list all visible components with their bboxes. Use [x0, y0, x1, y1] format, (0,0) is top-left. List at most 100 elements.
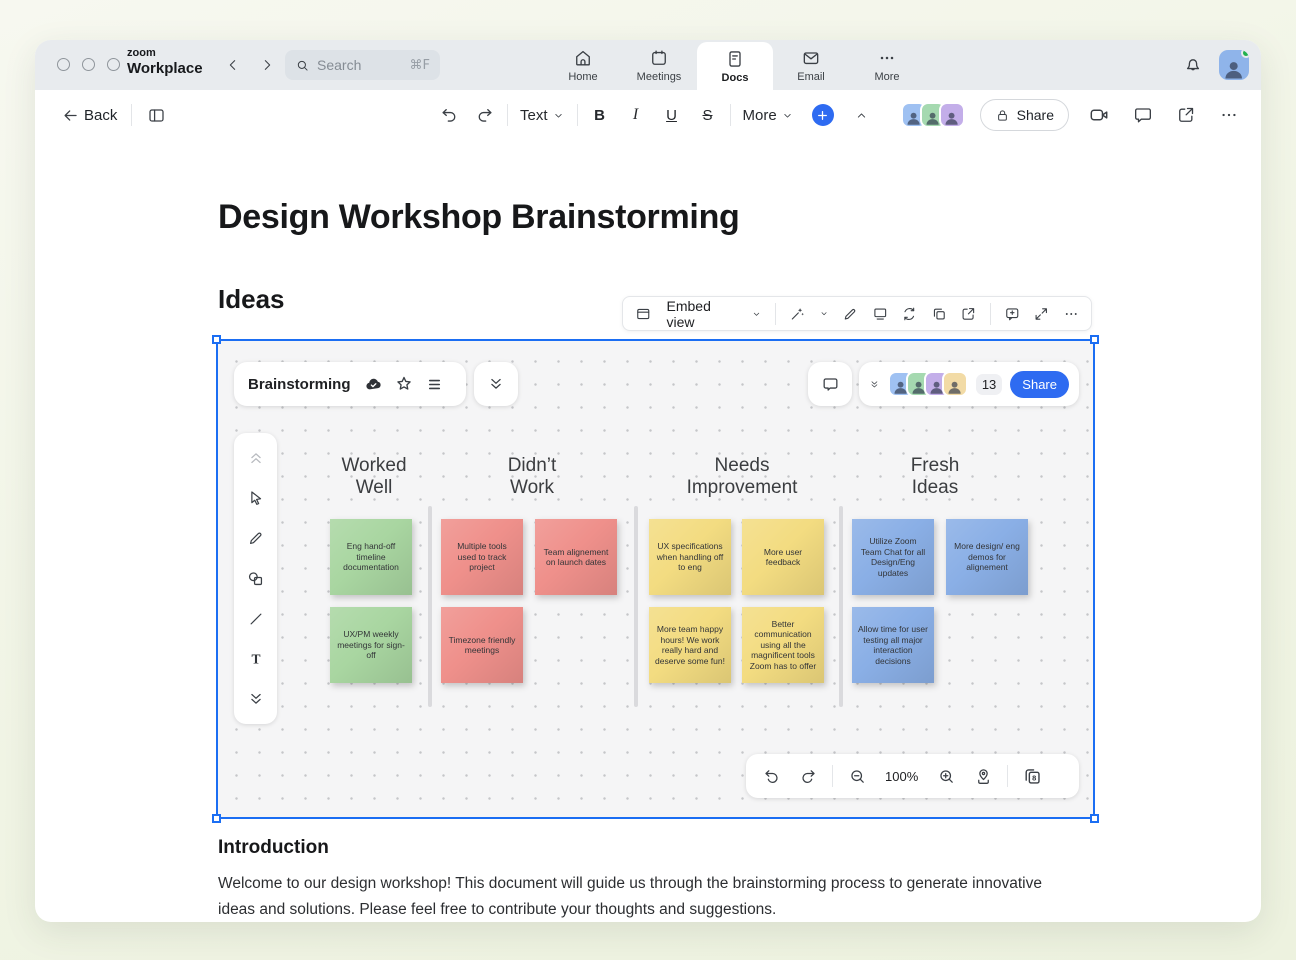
- whiteboard-collaboration-bar: 13 Share: [859, 362, 1079, 406]
- embed-more-icon[interactable]: [1063, 305, 1080, 323]
- embed-toolbar: Embed view: [622, 296, 1092, 331]
- chevron-down-icon[interactable]: [819, 308, 829, 319]
- open-external-icon[interactable]: [960, 305, 977, 323]
- text-style-dropdown[interactable]: Text: [516, 99, 569, 131]
- divider: [1007, 765, 1008, 787]
- column-divider: [428, 506, 432, 707]
- tab-email[interactable]: Email: [773, 40, 849, 90]
- chevron-down-icon[interactable]: [751, 308, 762, 320]
- window-controls[interactable]: [57, 58, 120, 71]
- more-formatting-dropdown[interactable]: More: [739, 99, 798, 131]
- redo-button[interactable]: [471, 99, 499, 131]
- whiteboard-embed[interactable]: Brainstorming 13 Share: [216, 339, 1095, 819]
- whiteboard-title: Brainstorming: [248, 376, 351, 393]
- double-chevron-down-icon[interactable]: [869, 376, 880, 393]
- shapes-tool-button[interactable]: [243, 565, 269, 591]
- whiteboard-title-bar[interactable]: Brainstorming: [234, 362, 466, 406]
- online-status-dot: [1241, 50, 1249, 58]
- sticky-note[interactable]: Timezone friendly meetings: [441, 607, 523, 683]
- sticky-note[interactable]: Team alignement on launch dates: [535, 519, 617, 595]
- sticky-note[interactable]: Allow time for user testing all major in…: [852, 607, 934, 683]
- window-minimize-button[interactable]: [82, 58, 95, 71]
- text-tool-button[interactable]: T: [243, 646, 269, 672]
- selection-handle[interactable]: [212, 814, 221, 823]
- doc-collaborator-avatars[interactable]: [901, 102, 965, 128]
- embed-view-label[interactable]: Embed view: [667, 298, 737, 330]
- svg-text:T: T: [251, 651, 260, 666]
- window-zoom-button[interactable]: [107, 58, 120, 71]
- selection-handle[interactable]: [1090, 335, 1099, 344]
- start-video-button[interactable]: [1084, 99, 1114, 131]
- edit-pencil-icon[interactable]: [842, 305, 859, 323]
- divider: [730, 104, 731, 126]
- avatar: [942, 371, 968, 397]
- strikethrough-button[interactable]: S: [694, 99, 722, 131]
- back-button[interactable]: Back: [57, 99, 121, 131]
- zoom-in-button[interactable]: [933, 763, 959, 789]
- menu-icon[interactable]: [425, 375, 444, 394]
- sticky-note[interactable]: Eng hand-off timeline documentation: [330, 519, 412, 595]
- sidebar-toggle-button[interactable]: [142, 99, 170, 131]
- sticky-note[interactable]: More team happy hours! We work really ha…: [649, 607, 731, 683]
- account-avatar[interactable]: [1219, 50, 1249, 80]
- divider: [775, 303, 776, 325]
- whiteboard-comment-button[interactable]: [808, 362, 852, 406]
- sticky-note[interactable]: Multiple tools used to track project: [441, 519, 523, 595]
- app-brand: zoom Workplace: [127, 48, 203, 76]
- divider: [131, 104, 132, 126]
- pages-button[interactable]: 8: [1019, 763, 1045, 789]
- locate-button[interactable]: [970, 763, 996, 789]
- selection-handle[interactable]: [212, 335, 221, 344]
- whiteboard-canvas[interactable]: Brainstorming 13 Share: [218, 341, 1093, 817]
- magic-wand-icon[interactable]: [789, 305, 806, 323]
- board-redo-button[interactable]: [795, 763, 821, 789]
- star-icon[interactable]: [394, 374, 414, 394]
- sticky-note[interactable]: Better communication using all the magni…: [742, 607, 824, 683]
- pen-tool-button[interactable]: [243, 525, 269, 551]
- selection-handle[interactable]: [1090, 814, 1099, 823]
- duplicate-icon[interactable]: [931, 305, 948, 323]
- open-external-button[interactable]: [1172, 99, 1200, 131]
- sticky-note[interactable]: UX specifications when handling off to e…: [649, 519, 731, 595]
- lock-icon: [995, 108, 1010, 123]
- refresh-icon[interactable]: [901, 305, 918, 323]
- tab-more[interactable]: More: [849, 40, 925, 90]
- whiteboard-share-button[interactable]: Share: [1010, 371, 1069, 398]
- notifications-button[interactable]: [1183, 54, 1203, 74]
- board-collaborator-avatars[interactable]: [888, 371, 968, 397]
- doc-share-button[interactable]: Share: [980, 99, 1069, 131]
- zoom-level[interactable]: 100%: [881, 769, 922, 784]
- scroll-down-tool-button[interactable]: [243, 686, 269, 712]
- comments-button[interactable]: [1129, 99, 1157, 131]
- zoom-out-button[interactable]: [844, 763, 870, 789]
- sticky-note[interactable]: UX/PM weekly meetings for sign-off: [330, 607, 412, 683]
- collapse-toolbar-button[interactable]: [848, 99, 876, 131]
- nav-forward-button[interactable]: [257, 55, 277, 75]
- search-shortcut: ⌘F: [410, 58, 430, 73]
- underline-button[interactable]: U: [658, 99, 686, 131]
- expand-icon[interactable]: [1033, 305, 1050, 323]
- collaborator-count[interactable]: 13: [976, 374, 1002, 395]
- tab-meetings[interactable]: Meetings: [621, 40, 697, 90]
- board-undo-button[interactable]: [758, 763, 784, 789]
- add-comment-icon[interactable]: [1004, 305, 1021, 323]
- embed-view-icon[interactable]: [635, 305, 652, 323]
- tab-docs[interactable]: Docs: [697, 42, 773, 90]
- sticky-note[interactable]: More user feedback: [742, 519, 824, 595]
- sticky-note[interactable]: More design/ eng demos for alignement: [946, 519, 1028, 595]
- line-tool-button[interactable]: [243, 606, 269, 632]
- undo-button[interactable]: [435, 99, 463, 131]
- nav-back-button[interactable]: [223, 55, 243, 75]
- tab-home[interactable]: Home: [545, 40, 621, 90]
- doc-more-menu[interactable]: [1215, 99, 1243, 131]
- insert-block-button[interactable]: [812, 104, 834, 126]
- bold-button[interactable]: B: [586, 99, 614, 131]
- search-input[interactable]: Search ⌘F: [285, 50, 440, 80]
- chevron-up-icon: [854, 108, 869, 123]
- present-display-icon[interactable]: [872, 305, 889, 323]
- window-close-button[interactable]: [57, 58, 70, 71]
- whiteboard-collapse-button[interactable]: [474, 362, 518, 406]
- italic-button[interactable]: I: [622, 99, 650, 131]
- external-link-icon: [1176, 105, 1196, 125]
- sticky-note[interactable]: Utilize Zoom Team Chat for all Design/En…: [852, 519, 934, 595]
